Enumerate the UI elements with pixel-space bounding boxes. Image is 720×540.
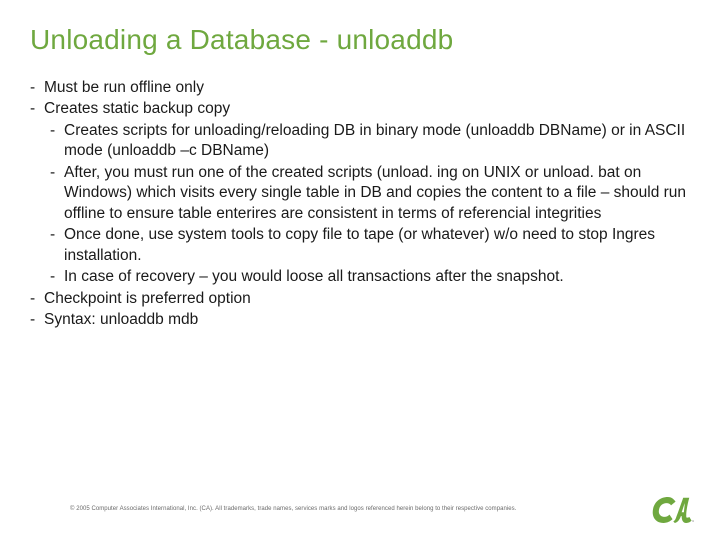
list-item: Creates scripts for unloading/reloading … [30,121,690,162]
list-item: In case of recovery – you would loose al… [30,267,690,287]
slide: Unloading a Database - unloaddb Must be … [0,0,720,540]
bullet-list: Must be run offline only Creates static … [30,78,690,330]
svg-text:™: ™ [692,520,694,524]
ca-logo-icon: ™ [648,494,694,526]
list-item: Checkpoint is preferred option [30,289,690,309]
page-title: Unloading a Database - unloaddb [30,24,690,56]
list-item: After, you must run one of the created s… [30,163,690,224]
list-item: Syntax: unloaddb mdb [30,310,690,330]
list-item: Creates static backup copy [30,99,690,119]
copyright-footer: © 2005 Computer Associates International… [70,506,516,512]
list-item: Must be run offline only [30,78,690,98]
list-item: Once done, use system tools to copy file… [30,225,690,266]
